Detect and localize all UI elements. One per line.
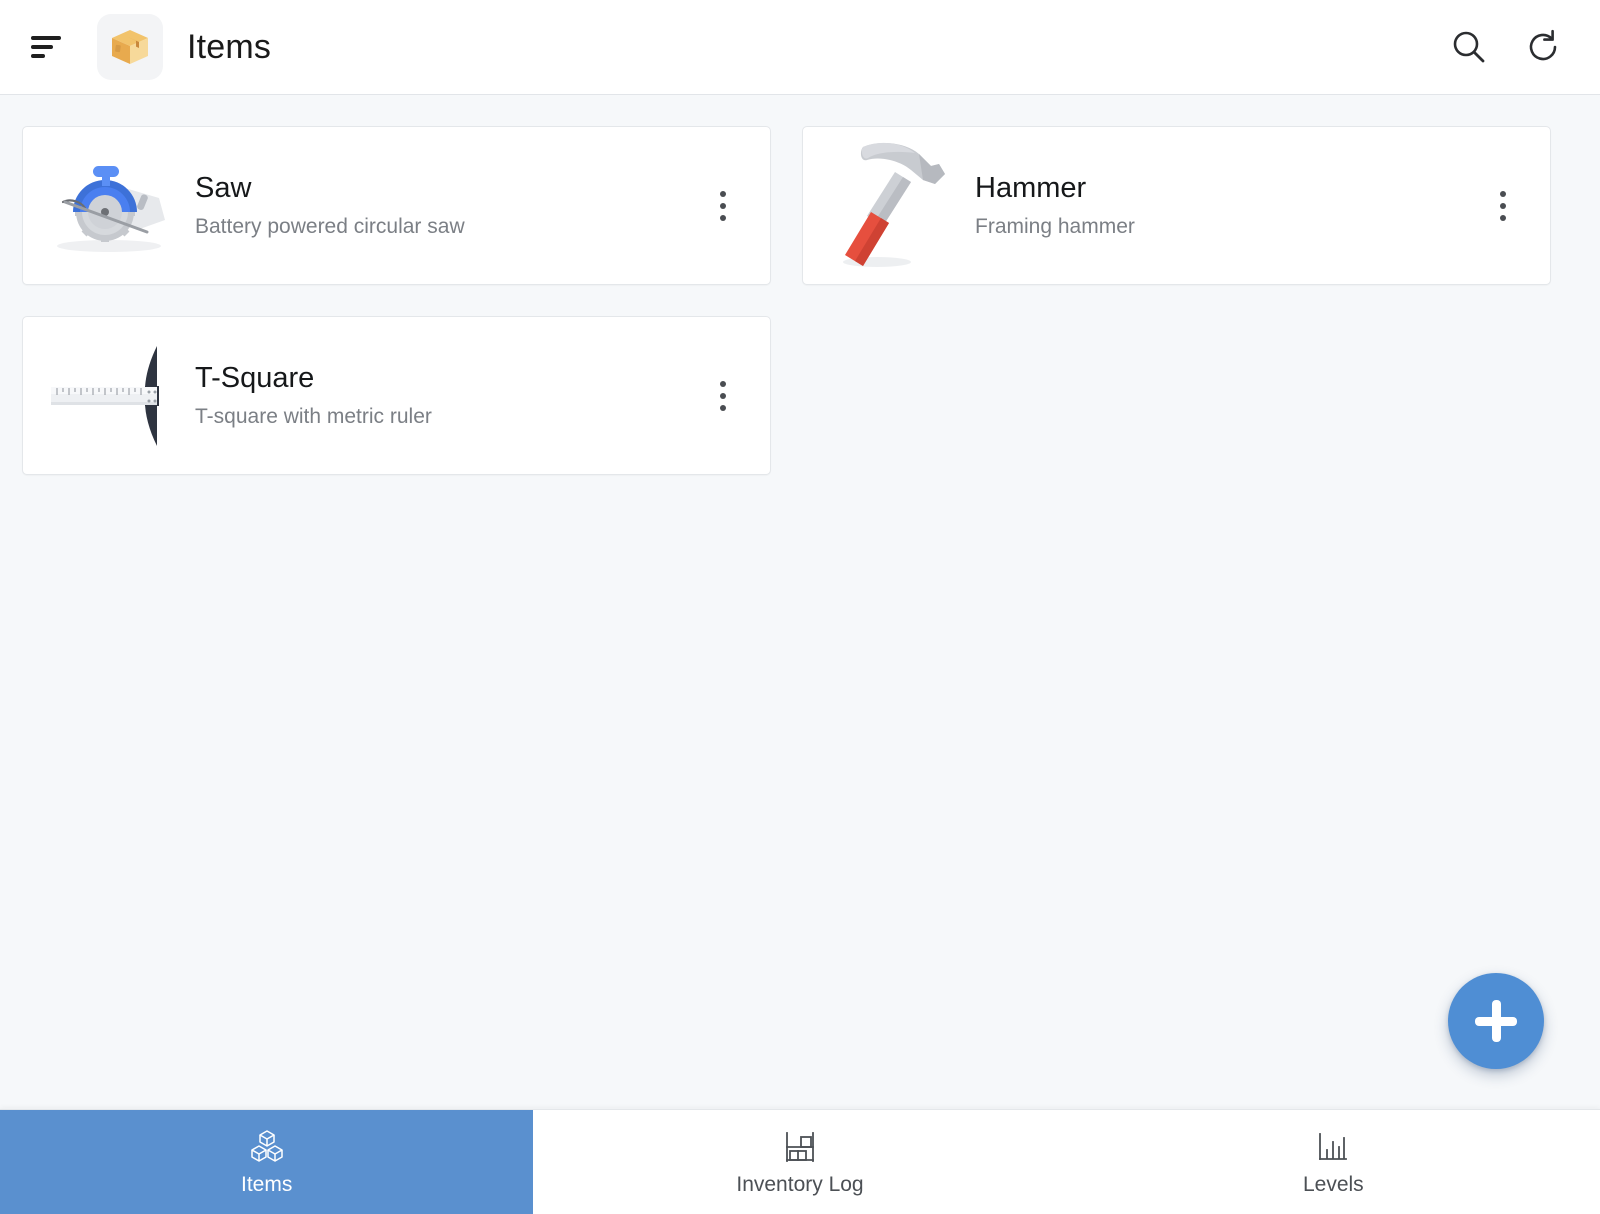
items-grid: Saw Battery powered circular saw Hammer … (22, 126, 1578, 475)
item-title: T-Square (195, 362, 315, 395)
item-text: Hammer Framing hammer (965, 172, 1475, 238)
item-overflow-menu-button[interactable] (695, 361, 751, 431)
t-square-icon (45, 340, 175, 452)
item-title: Saw (195, 172, 252, 205)
item-thumbnail (815, 141, 965, 271)
item-text: T-Square T-square with metric ruler (185, 362, 695, 428)
item-subtitle: T-square with metric ruler (195, 404, 432, 428)
circular-saw-icon (47, 154, 173, 258)
item-subtitle: Battery powered circular saw (195, 214, 465, 238)
app-logo (97, 14, 163, 80)
kebab-dot (1500, 214, 1506, 221)
item-thumbnail (35, 141, 185, 271)
bar-chart-icon (1314, 1128, 1352, 1166)
app-root: Items Saw Battery powered circular saw H… (0, 0, 1600, 1214)
shelf-rack-icon (781, 1128, 819, 1166)
search-button[interactable] (1438, 16, 1500, 78)
item-thumbnail (35, 331, 185, 461)
nav-tab-label: Items (240, 1172, 293, 1196)
menu-button[interactable] (22, 23, 70, 71)
kebab-dot (720, 190, 726, 197)
add-item-fab[interactable] (1448, 973, 1544, 1069)
item-text: Saw Battery powered circular saw (185, 172, 695, 238)
plus-icon-vertical (1491, 1000, 1501, 1042)
kebab-dot (720, 202, 726, 209)
sort-lines-icon (31, 36, 61, 58)
item-title: Hammer (975, 172, 1087, 205)
app-header: Items (0, 0, 1600, 95)
nav-tab-label: Inventory Log (736, 1172, 864, 1196)
page-title: Items (187, 27, 272, 66)
boxes-icon (248, 1128, 286, 1166)
package-box-icon (109, 26, 151, 68)
kebab-dot (720, 214, 726, 221)
item-subtitle: Framing hammer (975, 214, 1135, 238)
refresh-icon (1524, 28, 1562, 66)
item-card-t-square[interactable]: T-Square T-square with metric ruler (22, 316, 771, 475)
kebab-dot (720, 392, 726, 399)
nav-tab-levels[interactable]: Levels (1066, 1110, 1600, 1214)
kebab-dot (1500, 202, 1506, 209)
bottom-navigation: Items Inventory Log Levels (0, 1109, 1600, 1214)
item-overflow-menu-button[interactable] (1475, 171, 1531, 241)
search-icon (1450, 28, 1488, 66)
nav-tab-label: Levels (1302, 1172, 1364, 1196)
nav-tab-inventory-log[interactable]: Inventory Log (533, 1110, 1067, 1214)
kebab-dot (1500, 190, 1506, 197)
item-card-saw[interactable]: Saw Battery powered circular saw (22, 126, 771, 285)
kebab-dot (720, 380, 726, 387)
nav-tab-items[interactable]: Items (0, 1110, 534, 1214)
item-overflow-menu-button[interactable] (695, 171, 751, 241)
refresh-button[interactable] (1512, 16, 1574, 78)
items-content: Saw Battery powered circular saw Hammer … (0, 95, 1600, 1109)
hammer-icon (827, 140, 953, 272)
kebab-dot (720, 404, 726, 411)
item-card-hammer[interactable]: Hammer Framing hammer (802, 126, 1551, 285)
